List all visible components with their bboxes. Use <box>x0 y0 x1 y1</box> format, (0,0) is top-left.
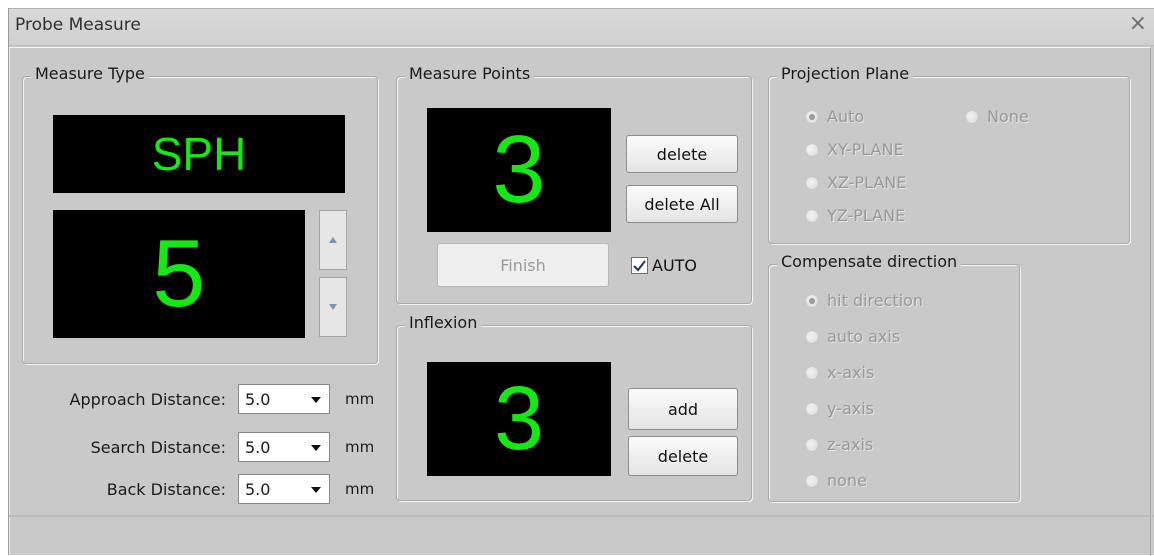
back-distance-value: 5.0 <box>245 480 271 499</box>
back-distance-unit: mm <box>345 480 375 498</box>
projection-xz-radio[interactable]: XZ-PLANE <box>805 173 906 192</box>
back-distance-label: Back Distance: <box>106 480 226 499</box>
compensate-x-axis-label: x-axis <box>827 363 875 382</box>
delete-point-button[interactable]: delete <box>626 135 738 173</box>
compensate-auto-axis-label: auto axis <box>827 327 901 346</box>
approach-distance-unit: mm <box>345 390 375 408</box>
radio-icon <box>805 401 819 416</box>
add-inflexion-button[interactable]: add <box>628 388 738 430</box>
window-title: Probe Measure <box>15 15 141 35</box>
measure-points-group: Measure Points 3 delete delete All Finis… <box>396 64 752 304</box>
inflexion-legend: Inflexion <box>405 313 482 332</box>
spin-down-button[interactable] <box>319 277 347 337</box>
search-distance-select[interactable]: 5.0 <box>238 432 330 462</box>
measure-points-display: 3 <box>427 108 611 232</box>
radio-icon <box>805 473 819 488</box>
delete-all-points-button[interactable]: delete All <box>626 185 738 223</box>
checkmark-icon <box>633 259 646 272</box>
compensate-y-axis-radio[interactable]: y-axis <box>805 399 874 418</box>
projection-xz-label: XZ-PLANE <box>827 173 907 192</box>
measure-points-legend: Measure Points <box>405 64 535 83</box>
measure-type-display: SPH <box>53 115 345 193</box>
chevron-down-icon <box>311 487 321 493</box>
radio-icon <box>805 175 819 190</box>
triangle-up-icon <box>329 237 337 243</box>
projection-auto-radio[interactable]: Auto <box>805 107 864 126</box>
radio-icon <box>805 142 819 157</box>
approach-distance-label: Approach Distance: <box>69 390 226 409</box>
search-distance-value: 5.0 <box>245 438 271 457</box>
chevron-down-icon <box>311 445 321 451</box>
projection-auto-label: Auto <box>827 107 865 126</box>
probe-measure-dialog: Probe Measure × Measure Type SPH 5 Appro… <box>8 8 1154 556</box>
triangle-down-icon <box>329 304 337 310</box>
radio-icon <box>805 329 819 344</box>
compensate-direction-legend: Compensate direction <box>777 252 962 271</box>
radio-selected-icon <box>805 293 819 308</box>
compensate-hit-direction-label: hit direction <box>827 291 924 310</box>
measure-count-display: 5 <box>53 210 305 338</box>
projection-yz-radio[interactable]: YZ-PLANE <box>805 206 905 225</box>
radio-icon <box>805 365 819 380</box>
delete-inflexion-button[interactable]: delete <box>628 436 738 476</box>
compensate-hit-direction-radio[interactable]: hit direction <box>805 291 923 310</box>
dialog-client-area: Measure Type SPH 5 Approach Distance: 5.… <box>9 47 1151 556</box>
radio-icon <box>965 109 979 124</box>
auto-checkbox-label: AUTO <box>652 256 698 275</box>
projection-none-label: None <box>987 107 1029 126</box>
back-distance-select[interactable]: 5.0 <box>238 474 330 504</box>
compensate-x-axis-radio[interactable]: x-axis <box>805 363 874 382</box>
close-icon[interactable]: × <box>1129 11 1147 36</box>
finish-button[interactable]: Finish <box>437 243 609 287</box>
compensate-z-axis-radio[interactable]: z-axis <box>805 435 873 454</box>
projection-none-radio[interactable]: None <box>965 107 1029 126</box>
checkbox-box <box>631 257 648 274</box>
projection-xy-label: XY-PLANE <box>827 140 904 159</box>
projection-xy-radio[interactable]: XY-PLANE <box>805 140 904 159</box>
compensate-z-axis-label: z-axis <box>827 435 874 454</box>
approach-distance-select[interactable]: 5.0 <box>238 384 330 414</box>
projection-yz-label: YZ-PLANE <box>827 206 906 225</box>
search-distance-label: Search Distance: <box>90 438 226 457</box>
search-distance-unit: mm <box>345 438 375 456</box>
compensate-none-label: none <box>827 471 867 490</box>
projection-plane-group: Projection Plane Auto None XY-PLANE XZ-P… <box>768 64 1130 244</box>
compensate-none-radio[interactable]: none <box>805 471 867 490</box>
radio-icon <box>805 208 819 223</box>
title-bar[interactable]: Probe Measure × <box>9 9 1154 46</box>
measure-type-legend: Measure Type <box>31 64 149 83</box>
inflexion-group: Inflexion 3 add delete <box>396 313 752 501</box>
compensate-y-axis-label: y-axis <box>827 399 875 418</box>
compensate-direction-group: Compensate direction hit direction auto … <box>768 252 1020 502</box>
inflexion-display: 3 <box>427 362 611 476</box>
compensate-auto-axis-radio[interactable]: auto axis <box>805 327 900 346</box>
chevron-down-icon <box>311 397 321 403</box>
spin-up-button[interactable] <box>319 210 347 270</box>
radio-selected-icon <box>805 109 819 124</box>
window-bottom-edge <box>9 515 1154 517</box>
radio-icon <box>805 437 819 452</box>
approach-distance-value: 5.0 <box>245 390 271 409</box>
measure-type-group: Measure Type SPH 5 <box>22 64 378 364</box>
projection-plane-legend: Projection Plane <box>777 64 914 83</box>
auto-checkbox[interactable]: AUTO <box>631 256 697 275</box>
